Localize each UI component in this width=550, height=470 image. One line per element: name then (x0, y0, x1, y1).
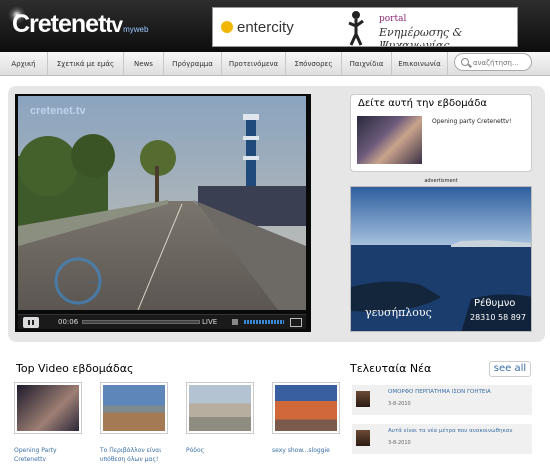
news-item[interactable]: Αυτά είναι τα νέα μέτρα που ανακοινώθηκα… (352, 424, 532, 454)
pause-button[interactable] (23, 317, 39, 328)
caption-line: υπόθεση όλων μας! (100, 456, 159, 463)
entercity-dot-icon (221, 21, 233, 33)
live-label: LIVE (202, 318, 218, 326)
news-headline[interactable]: Αυτά είναι τα νέα μέτρα που ανακοινώθηκα… (388, 428, 512, 434)
nav-item-about[interactable]: Σχετικά με εμάς (48, 52, 124, 76)
top-video-thumb[interactable] (272, 382, 340, 434)
top-video-caption[interactable]: sexy show...sloggie (272, 446, 330, 455)
top-video-thumb[interactable] (100, 382, 168, 434)
thumb-image (17, 385, 79, 431)
player-controls: 00:06 LIVE (18, 314, 306, 329)
thumb-image (275, 385, 337, 431)
site-header: Cretenettvmyweb entercity portal Ενημέρω… (0, 0, 550, 52)
volume-icon[interactable] (232, 319, 238, 325)
fullscreen-button[interactable] (290, 318, 302, 327)
svg-text:~~~: ~~~ (88, 279, 103, 286)
video-frame[interactable]: ~~~ (18, 96, 306, 310)
news-thumbnail (356, 430, 370, 446)
entercity-logo: entercity (221, 19, 294, 36)
nav-item-games[interactable]: Παιχνίδια (342, 52, 392, 76)
header-banner-ad[interactable]: entercity portal Ενημέρωσης & Ψυχαγωγίας (212, 7, 518, 47)
top-video-caption[interactable]: Opening Party Cretenettv (14, 446, 57, 464)
advert-text-right: Ρέθυμνο (474, 298, 516, 309)
nav-item-featured[interactable]: Προτεινόμενα (222, 52, 286, 76)
top-videos-title: Top Video εβδομάδας (16, 362, 134, 375)
banner-figure-icon (348, 11, 364, 46)
top-video-thumb[interactable] (186, 382, 254, 434)
logo-main-text: Cretenet (12, 10, 106, 38)
volume-slider[interactable] (244, 320, 284, 324)
watch-caption[interactable]: Opening party Cretenettv! (432, 118, 511, 125)
caption-line: sexy show...sloggie (272, 447, 330, 454)
watch-thumbnail[interactable] (357, 116, 422, 164)
entercity-brand: entercity (237, 19, 294, 36)
banner-portal-label: portal (379, 14, 407, 24)
news-thumbnail (356, 391, 370, 407)
news-item[interactable]: ΟΜΟΡΦΟ ΠΕΡΠΑΤΗΜΑ ΙΣΟΝ ΓΟΗΤΕΙΑ 3-8-2010 (352, 385, 532, 415)
top-video-caption[interactable]: Ρόδος (186, 446, 204, 455)
search-box[interactable] (454, 53, 532, 71)
advert-label: advertisment (424, 178, 458, 184)
top-video-thumb[interactable] (14, 382, 82, 434)
thumb-image (189, 385, 251, 431)
caption-line: Ρόδος (186, 447, 205, 454)
caption-line: Το Περιβάλλον είναι (100, 447, 162, 454)
banner-tagline: Ενημέρωσης & Ψυχαγωγίας (379, 26, 463, 47)
nav-item-contact[interactable]: Επικοινωνία (392, 52, 448, 76)
video-scene-image: ~~~ (18, 96, 306, 310)
logo-tv-text: tv (105, 14, 123, 37)
search-input[interactable] (473, 57, 529, 69)
see-all-button[interactable]: see all (489, 361, 531, 377)
player-time: 00:06 (58, 318, 79, 326)
advert-text-left: γευσήπλους (365, 306, 432, 319)
thumb-image (103, 385, 165, 431)
nav-item-news[interactable]: News (124, 52, 164, 76)
latest-news-title: Τελευταία Νέα (350, 362, 432, 375)
news-date: 3-8-2010 (388, 440, 411, 446)
news-date: 3-8-2010 (388, 401, 411, 407)
news-headline[interactable]: ΟΜΟΡΦΟ ΠΕΡΠΑΤΗΜΑ ΙΣΟΝ ΓΟΗΤΕΙΑ (388, 389, 491, 395)
player-watermark: cretenet.tv (30, 105, 86, 117)
nav-item-home[interactable]: Αρχική (0, 52, 48, 76)
player-progress-bar[interactable] (82, 320, 200, 324)
site-logo[interactable]: Cretenettvmyweb (12, 10, 148, 39)
caption-line: Opening Party (14, 447, 57, 454)
top-video-caption[interactable]: Το Περιβάλλον είναι υπόθεση όλων μας! (100, 446, 161, 464)
nav-item-sponsors[interactable]: Σπόνσορες (286, 52, 342, 76)
watch-title: Δείτε αυτή την εβδομάδα (358, 98, 487, 109)
logo-sub-text: myweb (123, 25, 149, 34)
nav-item-program[interactable]: Πρόγραμμα (164, 52, 222, 76)
advert-phone: 28310 58 897 (470, 313, 526, 322)
caption-line: Cretenettv (14, 456, 47, 463)
search-icon[interactable] (461, 58, 469, 66)
